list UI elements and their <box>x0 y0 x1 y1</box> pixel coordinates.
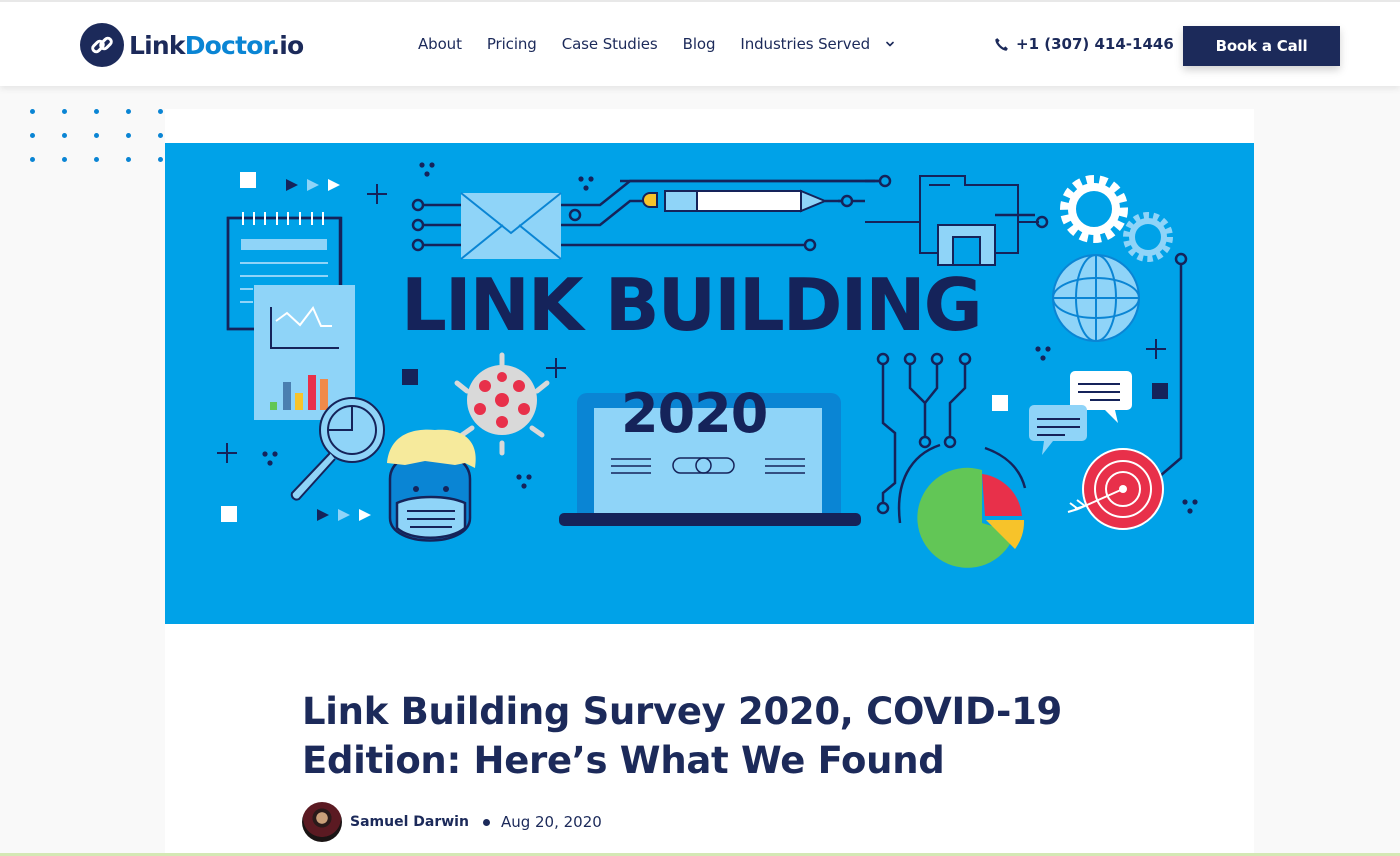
nav-industries-served-label: Industries Served <box>740 35 871 53</box>
nav-case-studies[interactable]: Case Studies <box>562 35 658 53</box>
book-a-call-button[interactable]: Book a Call <box>1183 26 1340 66</box>
masked-person-icon <box>387 429 476 542</box>
envelope-icon <box>460 192 562 260</box>
publish-date: Aug 20, 2020 <box>500 813 602 831</box>
chat-bubbles-icon <box>1029 371 1132 455</box>
hero-image: LINK BUILDING 2020 <box>165 143 1254 624</box>
folder-icon <box>865 175 1039 266</box>
site-header: LinkDoctor.io About Pricing Case Studies… <box>0 0 1400 86</box>
target-icon <box>1067 448 1164 530</box>
article-meta: Samuel Darwin Aug 20, 2020 <box>302 802 602 842</box>
chevron-down-icon <box>884 38 896 50</box>
nav-pricing[interactable]: Pricing <box>487 35 537 53</box>
pie-chart-icon <box>917 467 1025 568</box>
nav-about[interactable]: About <box>418 35 462 53</box>
nav-blog[interactable]: Blog <box>683 35 716 53</box>
article-title: Link Building Survey 2020, COVID-19 Edit… <box>302 690 1062 782</box>
phone-number: +1 (307) 414-1446 <box>1016 35 1174 53</box>
meta-separator-dot <box>482 818 490 826</box>
logo-text-doctor: Doctor <box>184 30 272 60</box>
logo-text-tld: .io <box>270 30 305 60</box>
logo-text-link: Link <box>129 30 186 60</box>
logo[interactable]: LinkDoctor.io <box>80 22 305 68</box>
nav-industries-served[interactable]: Industries Served <box>740 35 896 53</box>
gear-small-icon <box>1123 212 1173 262</box>
gear-icon <box>1060 175 1128 243</box>
article-card: LINK BUILDING 2020 Link Building Survey … <box>165 109 1254 856</box>
decorative-dot-grid <box>28 107 168 163</box>
main-nav: About Pricing Case Studies Blog Industri… <box>418 35 921 53</box>
logo-text: LinkDoctor.io <box>129 30 305 60</box>
author-name[interactable]: Samuel Darwin <box>350 814 469 830</box>
pen-icon <box>642 189 841 213</box>
phone-icon <box>994 37 1009 52</box>
virus-icon <box>454 352 550 456</box>
globe-icon <box>1052 254 1140 342</box>
phone-link[interactable]: +1 (307) 414-1446 <box>994 35 1174 53</box>
hero-year: 2020 <box>621 382 768 445</box>
author-avatar[interactable] <box>302 802 342 842</box>
chain-link-icon <box>80 23 124 67</box>
hero-title: LINK BUILDING <box>401 263 983 347</box>
